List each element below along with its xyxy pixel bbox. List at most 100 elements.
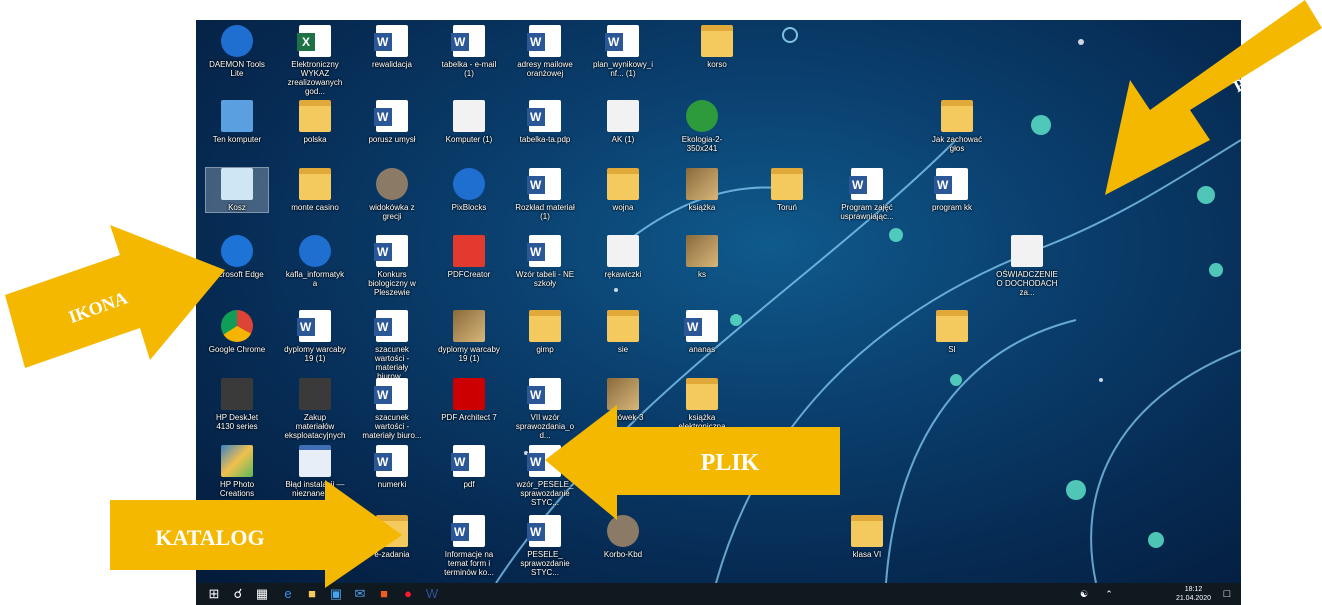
pixblocks-icon	[453, 168, 485, 200]
desktop-icon[interactable]: Informacje na temat form i terminów ko..…	[438, 515, 500, 577]
folder-icon	[851, 515, 883, 547]
image-icon	[453, 310, 485, 342]
clock[interactable]: 18:12 21.04.2020	[1176, 585, 1211, 603]
system-tray-icons[interactable]: ⌃	[1101, 586, 1117, 602]
word-doc-icon	[451, 445, 485, 477]
desktop-icon[interactable]: szacunek wartości -materiały biurow...	[361, 310, 423, 381]
desktop-icon[interactable]: sie	[592, 310, 654, 354]
desktop-icon[interactable]: Zakup materiałów eksploatacyjnych...	[284, 378, 346, 449]
desktop-icon[interactable]: HP DeskJet 4130 series	[206, 378, 268, 431]
people-icon[interactable]: ☯	[1076, 586, 1092, 602]
desktop-icon[interactable]: plan_wynikowy_inf... (1)	[592, 25, 654, 78]
desktop-icon[interactable]: Jak zachować głos	[926, 100, 988, 153]
desktop-icon[interactable]: rewalidacja	[361, 25, 423, 69]
word-doc-icon	[374, 378, 408, 410]
printer-icon	[221, 378, 253, 410]
desktop-icon-label: PDFCreator	[447, 270, 491, 279]
desktop-icon[interactable]: rękawiczki	[592, 235, 654, 279]
desktop-icon[interactable]: książka	[671, 168, 733, 212]
desktop-icon[interactable]: porusz umysł	[361, 100, 423, 144]
desktop-icon[interactable]: ananas	[671, 310, 733, 354]
desktop-icon-label: Komputer (1)	[445, 135, 493, 144]
gimp-icon	[376, 168, 408, 200]
word-icon[interactable]: W	[424, 586, 440, 602]
desktop-icon[interactable]: polska	[284, 100, 346, 144]
desktop-icon[interactable]: ks	[671, 235, 733, 279]
word-doc-icon	[374, 100, 408, 132]
desktop-icon[interactable]: Program zajęć usprawniając...	[836, 168, 898, 221]
desktop-icon[interactable]: klasa VI	[836, 515, 898, 559]
image-icon	[686, 235, 718, 267]
desktop-icon[interactable]: Komputer (1)	[438, 100, 500, 144]
pdf-creator-icon	[453, 235, 485, 267]
desktop-icon-label: Wzór tabeli - NE szkoły	[515, 270, 575, 288]
image-icon	[453, 100, 485, 132]
word-doc-icon	[374, 445, 408, 477]
desktop-icon[interactable]: pdf	[438, 445, 500, 489]
desktop-icon[interactable]: Rozkład materiał (1)	[514, 168, 576, 221]
image-icon	[299, 235, 331, 267]
desktop-icon[interactable]: program kk	[921, 168, 983, 212]
desktop-icon-label: HP DeskJet 4130 series	[215, 413, 259, 431]
desktop-icon[interactable]: szacunek wartości -materiały biuro...	[361, 378, 423, 440]
desktop-icon-label: korso	[707, 60, 727, 69]
desktop-icon[interactable]: wojna	[592, 168, 654, 212]
desktop-icon[interactable]: gimp	[514, 310, 576, 354]
word-doc-icon	[934, 168, 968, 200]
folder-icon	[771, 168, 803, 200]
desktop-icon[interactable]: DAEMON Tools Lite	[206, 25, 268, 78]
desktop-icon[interactable]: Konkurs biologiczny w Pleszewie	[361, 235, 423, 297]
desktop-icon[interactable]: AK (1)	[592, 100, 654, 144]
desktop-icon-label: monte casino	[291, 203, 339, 212]
word-doc-icon	[527, 25, 561, 57]
desktop-icon-label: Ten komputer	[212, 135, 262, 144]
word-doc-icon	[849, 168, 883, 200]
desktop-icon[interactable]: tabelka - e-mail (1)	[438, 25, 500, 78]
desktop-icon[interactable]: OŚWIADCZENIE O DOCHODACH za...	[996, 235, 1058, 297]
desktop-icon-label: szacunek wartości -materiały biurow...	[374, 345, 410, 381]
desktop-icon-label: gimp	[536, 345, 554, 354]
desktop-icon-label: szacunek wartości -materiały biuro...	[362, 413, 422, 440]
desktop-icon[interactable]: PDF Architect 7	[438, 378, 500, 422]
desktop-icon[interactable]: SI	[921, 310, 983, 354]
desktop-icon[interactable]: tabelka-ta.pdp	[514, 100, 576, 144]
desktop-icon[interactable]: korso	[686, 25, 748, 69]
desktop-icon-label: Toruń	[776, 203, 797, 212]
desktop-icon[interactable]: Toruń	[756, 168, 818, 212]
desktop-icon[interactable]: Ten komputer	[206, 100, 268, 144]
desktop-icon-label: widokówka z grecji	[369, 203, 415, 221]
desktop-icon[interactable]: dyplomy warcaby 19 (1)	[438, 310, 500, 363]
ikona-arrow: IKONA	[5, 225, 225, 368]
word-doc-icon	[684, 310, 718, 342]
desktop-icon[interactable]: PixBlocks	[438, 168, 500, 212]
desktop-icon-label: Korbo-Kbd	[603, 550, 643, 559]
desktop-icon-label: dyplomy warcaby 19 (1)	[438, 345, 500, 363]
notifications-icon[interactable]: □	[1219, 586, 1235, 602]
document-icon	[1011, 235, 1043, 267]
desktop-icon[interactable]: PDFCreator	[438, 235, 500, 279]
katalog-arrow: KATALOG	[110, 480, 402, 588]
desktop-icon[interactable]: kafla_informatyka	[284, 235, 346, 288]
image-icon	[607, 235, 639, 267]
folder-icon	[529, 310, 561, 342]
desktop-icon-label: plan_wynikowy_inf... (1)	[592, 60, 654, 78]
desktop-icon[interactable]: monte casino	[284, 168, 346, 212]
folder-icon	[607, 310, 639, 342]
desktop-icon-label: dyplomy warcaby 19 (1)	[284, 345, 346, 363]
word-doc-icon	[451, 515, 485, 547]
desktop-icon[interactable]: dyplomy warcaby 19 (1)	[284, 310, 346, 363]
desktop-icon[interactable]: adresy mailowe oranżowej	[514, 25, 576, 78]
folder-icon	[299, 168, 331, 200]
folder-icon	[936, 310, 968, 342]
plik-arrow: PLIK	[545, 405, 840, 520]
desktop-icon[interactable]: Kosz	[205, 167, 269, 213]
desktop-icon-label: DAEMON Tools Lite	[209, 60, 265, 78]
desktop-icon[interactable]: Ekologia-2-350x241	[671, 100, 733, 153]
globe-icon	[686, 100, 718, 132]
desktop-icon-label: polska	[303, 135, 327, 144]
desktop-icon[interactable]: widokówka z grecji	[361, 168, 423, 221]
word-doc-icon	[527, 168, 561, 200]
desktop-icon-label: Konkurs biologiczny w Pleszewie	[368, 270, 416, 297]
desktop-icon[interactable]: Elektroniczny WYKAZ zrealizowanych god..…	[284, 25, 346, 96]
desktop-icon[interactable]: Wzór tabeli - NE szkoły	[514, 235, 576, 288]
